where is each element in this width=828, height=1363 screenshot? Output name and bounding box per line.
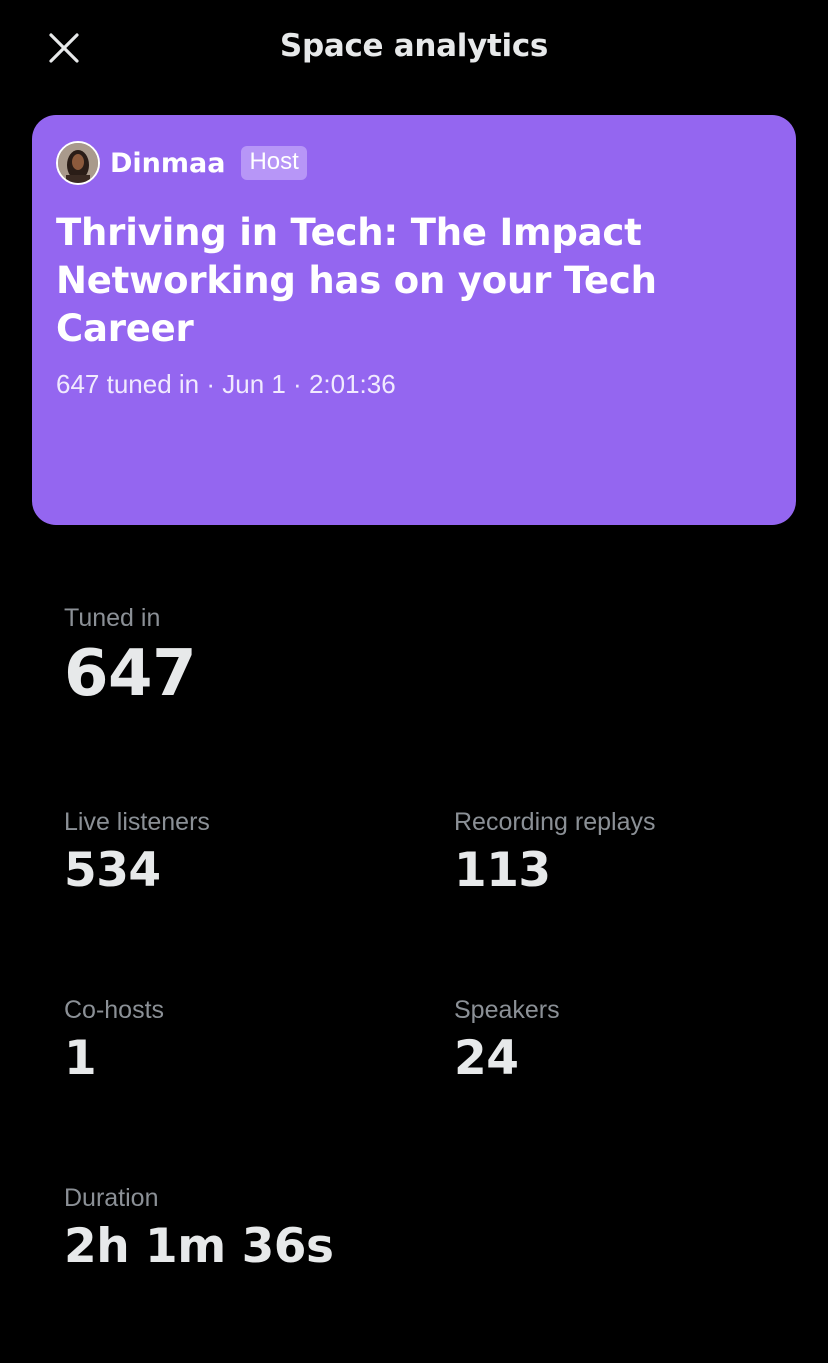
stat-label: Live listeners	[64, 808, 210, 836]
header: Space analytics	[0, 0, 828, 96]
stat-value: 2h 1m 36s	[64, 1219, 334, 1274]
stat-value: 24	[454, 1031, 519, 1086]
host-name: Dinmaa	[110, 147, 226, 179]
space-title: Thriving in Tech: The Impact Networking …	[56, 211, 657, 350]
stat-co-hosts: Co-hosts 1	[64, 996, 164, 1086]
stat-recording-replays: Recording replays 113	[454, 808, 656, 898]
stat-duration: Duration 2h 1m 36s	[64, 1184, 334, 1274]
stat-value: 113	[454, 843, 551, 898]
stat-label: Recording replays	[454, 808, 656, 836]
host-badge: Host	[241, 146, 307, 180]
space-meta: 647 tuned in · Jun 1 · 2:01:36	[56, 369, 396, 399]
stat-label: Co-hosts	[64, 996, 165, 1024]
stat-speakers: Speakers 24	[454, 996, 560, 1086]
stat-value: 647	[64, 637, 197, 711]
host-row: Dinmaa Host	[56, 139, 772, 187]
space-card[interactable]: Dinmaa Host Thriving in Tech: The Impact…	[32, 115, 796, 525]
stat-value: 534	[64, 843, 161, 898]
stat-label: Tuned in	[64, 604, 161, 632]
stat-live-listeners: Live listeners 534	[64, 808, 210, 898]
stat-label: Duration	[64, 1184, 159, 1212]
page-title: Space analytics	[279, 28, 549, 64]
avatar	[56, 141, 100, 185]
stat-label: Speakers	[454, 996, 560, 1024]
stat-tuned-in: Tuned in 647	[64, 604, 197, 711]
stat-value: 1	[64, 1031, 97, 1086]
